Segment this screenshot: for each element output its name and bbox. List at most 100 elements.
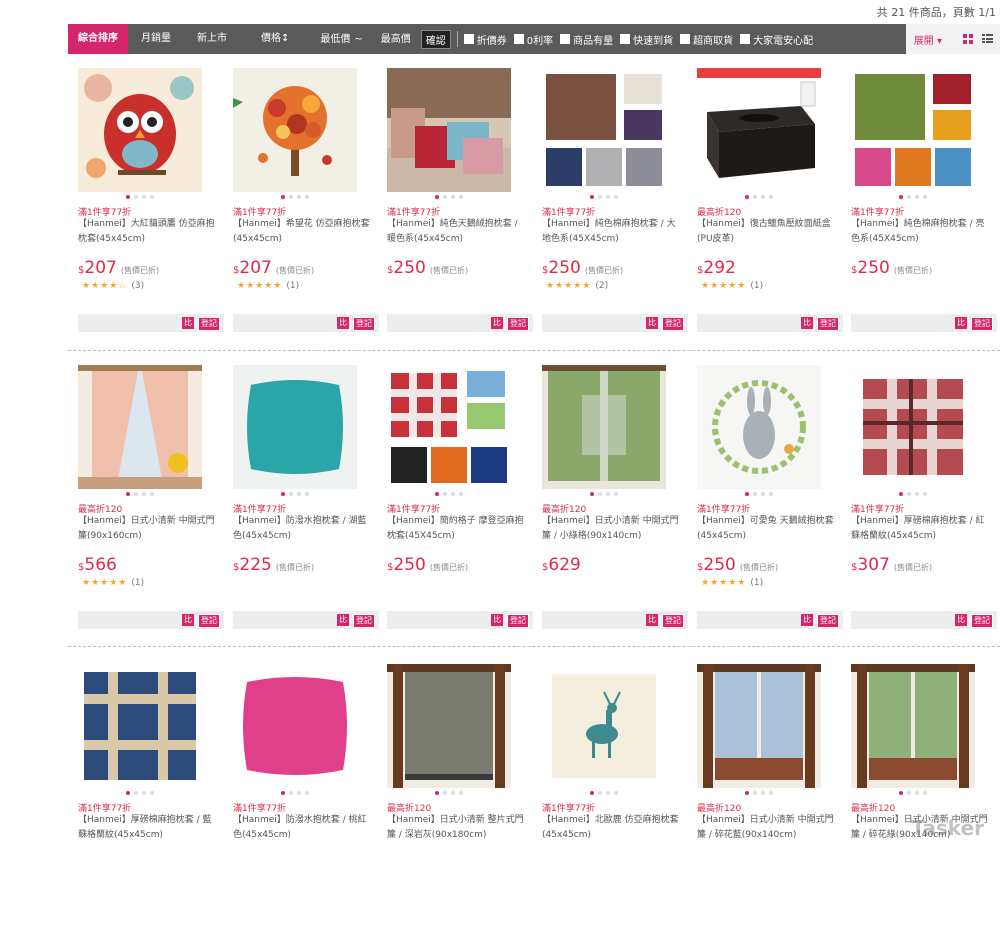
image-carousel-dots[interactable] [70,492,210,496]
expand-button[interactable]: 展開 ▾ [914,32,942,47]
product-title[interactable]: 【Hanmei】北歐鹿 仿亞麻抱枕套(45x45cm) [542,813,682,843]
image-carousel-dots[interactable] [843,492,983,496]
register-button[interactable]: 登記 [198,614,220,628]
compare-button[interactable]: 比 [801,317,813,329]
confirm-price-button[interactable]: 確認 [420,29,451,49]
register-button[interactable]: 登記 [971,317,993,331]
compare-button[interactable]: 比 [955,614,967,626]
review-count[interactable]: (1) [286,281,299,291]
compare-button[interactable]: 比 [646,614,658,626]
product-image[interactable] [542,365,666,489]
filter-zero-interest-checkbox[interactable]: 0利率 [513,32,553,47]
product-image[interactable] [697,664,821,788]
image-carousel-dots[interactable] [379,195,519,199]
product-card[interactable]: 滿1件享77折 【Hanmei】大紅貓頭鷹 仿亞麻抱枕套(45x45cm) $207… [70,68,224,338]
register-button[interactable]: 登記 [353,317,375,331]
product-card[interactable]: 最高折120 【Hanmei】日式小清新 中開式門簾(90x160cm) $566 ★… [70,365,224,635]
image-carousel-dots[interactable] [689,492,829,496]
product-card[interactable]: 最高折120 【Hanmei】日式小清新 整片式門簾 / 深岩灰(90x180cm… [379,664,524,934]
image-carousel-dots[interactable] [70,791,210,795]
product-title[interactable]: 【Hanmei】純色棉麻抱枕套 / 大地色系(45X45cm) [542,217,682,247]
compare-button[interactable]: 比 [491,317,503,329]
review-count[interactable]: (1) [750,281,763,291]
sort-tab-comprehensive[interactable]: 綜合排序 [68,24,128,54]
sort-tab-price[interactable]: 價格↕ [248,24,302,54]
image-carousel-dots[interactable] [225,791,365,795]
product-title[interactable]: 【Hanmei】日式小清新 中開式門簾(90x160cm) [78,514,218,544]
product-image[interactable] [387,365,511,489]
product-card[interactable]: 滿1件享77折 【Hanmei】厚磅棉麻抱枕套 / 紅蘇格蘭紋(45x45cm) $… [843,365,997,635]
register-button[interactable]: 登記 [662,614,684,628]
image-carousel-dots[interactable] [534,195,674,199]
product-card[interactable]: 滿1件享77折 【Hanmei】防潑水抱枕套 / 湖藍色(45x45cm) $225… [225,365,379,635]
image-carousel-dots[interactable] [534,791,674,795]
max-price-input[interactable] [364,32,413,46]
product-card[interactable]: 滿1件享77折 【Hanmei】簡約格子 摩登亞麻抱枕套(45X45cm) $250… [379,365,533,635]
image-carousel-dots[interactable] [689,195,829,199]
compare-button[interactable]: 比 [182,614,194,626]
register-button[interactable]: 登記 [817,317,839,331]
image-carousel-dots[interactable] [225,195,365,199]
review-count[interactable]: (3) [131,281,144,291]
image-carousel-dots[interactable] [70,195,210,199]
image-carousel-dots[interactable] [534,492,674,496]
product-card[interactable]: 滿1件享77折 【Hanmei】防潑水抱枕套 / 桃紅色(45x45cm) [225,664,367,934]
product-card[interactable]: 滿1件享77折 【Hanmei】純色棉麻抱枕套 / 大地色系(45X45cm) $2… [534,68,688,338]
review-count[interactable]: (2) [595,281,608,291]
compare-button[interactable]: 比 [337,317,349,329]
sort-tab-monthly-sales[interactable]: 月銷量 [128,24,184,54]
product-title[interactable]: 【Hanmei】大紅貓頭鷹 仿亞麻抱枕套(45x45cm) [78,217,218,247]
register-button[interactable]: 登記 [507,317,529,331]
product-card[interactable]: 滿1件享77折 【Hanmei】純色天鵝絨抱枕套 / 暖色系(45x45cm) $2… [379,68,533,338]
product-title[interactable]: 【Hanmei】厚磅棉麻抱枕套 / 藍蘇格蘭紋(45x45cm) [78,813,218,843]
image-carousel-dots[interactable] [379,791,519,795]
product-image[interactable] [78,664,202,788]
register-button[interactable]: 登記 [507,614,529,628]
product-image[interactable] [233,365,357,489]
product-image[interactable] [697,365,821,489]
product-card[interactable]: 滿1件享77折 【Hanmei】可愛兔 天鵝絨抱枕套(45x45cm) $250 (售… [689,365,843,635]
product-title[interactable]: 【Hanmei】日式小清新 整片式門簾 / 深岩灰(90x180cm) [387,813,527,843]
register-button[interactable]: 登記 [662,317,684,331]
product-image[interactable] [542,664,666,788]
product-card[interactable]: 最高折120 【Hanmei】日式小清新 中開式門簾 / 碎花藍(90x140cm… [689,664,834,934]
product-image[interactable] [78,68,202,192]
product-image[interactable] [233,664,357,788]
compare-button[interactable]: 比 [646,317,658,329]
image-carousel-dots[interactable] [379,492,519,496]
compare-button[interactable]: 比 [182,317,194,329]
min-price-input[interactable] [304,32,353,46]
product-title[interactable]: 【Hanmei】厚磅棉麻抱枕套 / 紅蘇格蘭紋(45x45cm) [851,514,991,544]
product-card[interactable]: 滿1件享77折 【Hanmei】純色棉麻抱枕套 / 亮色系(45X45cm) $25… [843,68,997,338]
product-title[interactable]: 【Hanmei】日式小清新 中開式門簾 / 小綠格(90x140cm) [542,514,682,544]
review-count[interactable]: (1) [750,578,763,588]
register-button[interactable]: 登記 [971,614,993,628]
product-title[interactable]: 【Hanmei】日式小清新 中開式門簾 / 碎花藍(90x140cm) [697,813,837,843]
product-title[interactable]: 【Hanmei】簡約格子 摩登亞麻抱枕套(45X45cm) [387,514,527,544]
product-image[interactable] [233,68,357,192]
product-card[interactable]: 滿1件享77折 【Hanmei】北歐鹿 仿亞麻抱枕套(45x45cm) [534,664,679,934]
product-card[interactable]: 最高折120 【Hanmei】日式小清新 中開式門簾 / 碎花綠(90x140cm… [843,664,988,934]
product-title[interactable]: 【Hanmei】希望花 仿亞麻抱枕套(45x45cm) [233,217,373,247]
product-title[interactable]: 【Hanmei】純色天鵝絨抱枕套 / 暖色系(45x45cm) [387,217,527,247]
image-carousel-dots[interactable] [843,791,983,795]
product-image[interactable] [542,68,666,192]
product-title[interactable]: 【Hanmei】純色棉麻抱枕套 / 亮色系(45X45cm) [851,217,991,247]
list-view-icon[interactable] [982,34,993,44]
compare-button[interactable]: 比 [337,614,349,626]
product-card[interactable]: 滿1件享77折 【Hanmei】厚磅棉麻抱枕套 / 藍蘇格蘭紋(45x45cm) [70,664,212,934]
image-carousel-dots[interactable] [225,492,365,496]
product-image[interactable] [697,68,821,192]
sort-tab-new[interactable]: 新上市 [184,24,240,54]
image-carousel-dots[interactable] [689,791,829,795]
filter-fast-delivery-checkbox[interactable]: 快速到貨 [620,32,673,47]
product-title[interactable]: 【Hanmei】復古鱷魚壓紋面紙盒(PU皮革) [697,217,837,247]
product-card[interactable]: 滿1件享77折 【Hanmei】希望花 仿亞麻抱枕套(45x45cm) $207 (售… [225,68,379,338]
product-card[interactable]: 最高折120 【Hanmei】復古鱷魚壓紋面紙盒(PU皮革) $292 ★★★★★ (1… [689,68,843,338]
product-title[interactable]: 【Hanmei】防潑水抱枕套 / 湖藍色(45x45cm) [233,514,373,544]
product-title[interactable]: 【Hanmei】可愛兔 天鵝絨抱枕套(45x45cm) [697,514,837,544]
register-button[interactable]: 登記 [353,614,375,628]
review-count[interactable]: (1) [131,578,144,588]
product-image[interactable] [851,664,975,788]
filter-appliance-checkbox[interactable]: 大家電安心配 [740,32,813,47]
